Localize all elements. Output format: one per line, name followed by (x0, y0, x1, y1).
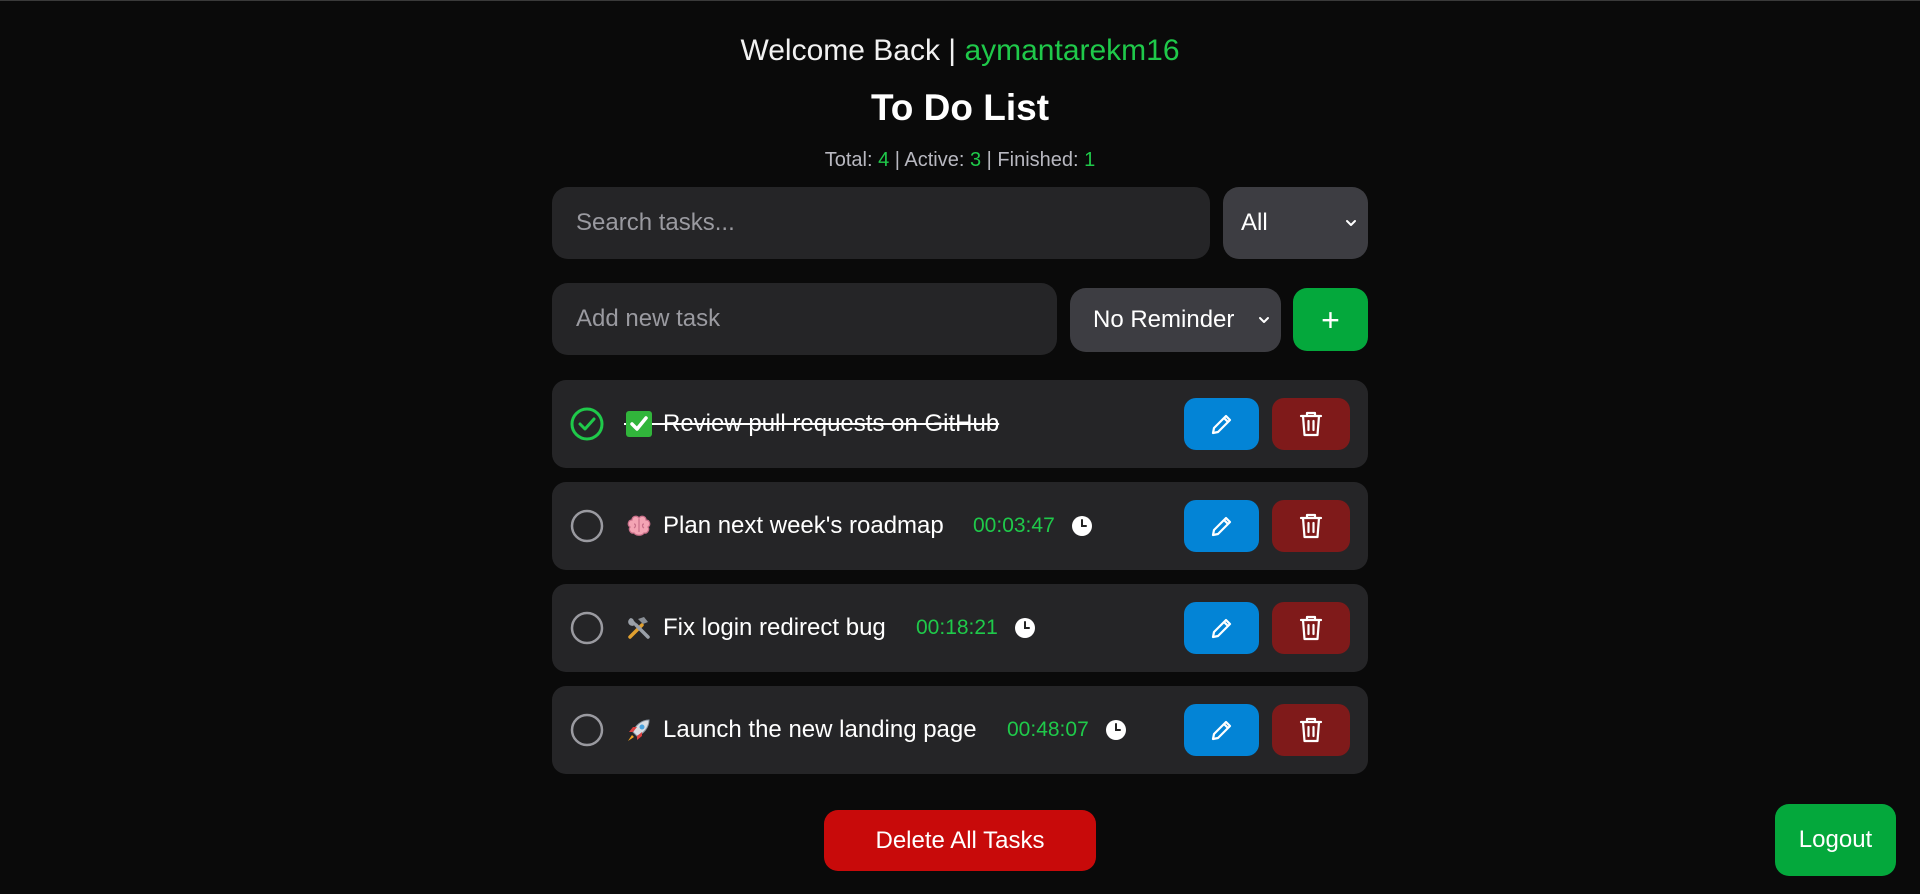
add-task-button[interactable]: + (1293, 288, 1368, 351)
rocket-emoji-icon (628, 719, 650, 741)
task-timer: 00:48:07 (1007, 718, 1089, 741)
username: aymantarekm16 (964, 34, 1180, 67)
task-timer: 00:03:47 (973, 514, 1055, 537)
delete-all-label: Delete All Tasks (875, 826, 1045, 854)
welcome-text: Welcome Back | (740, 34, 965, 67)
logout-label: Logout (1798, 826, 1873, 853)
task-text: Fix login redirect bug (663, 614, 886, 641)
search-input[interactable] (552, 187, 1210, 259)
delete-all-tasks-button[interactable]: Delete All Tasks (824, 810, 1096, 871)
empty-circle-icon[interactable] (570, 509, 604, 543)
active-count: 3 (969, 149, 982, 171)
task-text: Launch the new landing page (663, 716, 977, 743)
check-circle-icon[interactable] (570, 407, 604, 441)
pencil-icon (1211, 516, 1231, 537)
pencil-icon (1211, 720, 1231, 741)
trash-icon (1299, 717, 1323, 743)
total-count: 4 (878, 149, 890, 171)
delete-task-button[interactable] (1272, 500, 1350, 552)
clock-icon[interactable] (1071, 515, 1093, 537)
top-border (0, 0, 1920, 1)
finished-count: 1 (1084, 149, 1096, 171)
delete-task-button[interactable] (1272, 398, 1350, 450)
clock-icon[interactable] (1014, 617, 1036, 639)
task-item: Plan next week's roadmap 00:03:47 (552, 482, 1368, 570)
finished-label: | Finished: (981, 149, 1085, 171)
edit-task-button[interactable] (1184, 398, 1259, 450)
task-item: Launch the new landing page 00:48:07 (552, 686, 1368, 774)
task-stats: Total: 4 | Active: 3 | Finished: 1 (0, 148, 1920, 172)
reminder-select[interactable]: No Reminder (1070, 288, 1281, 352)
page-title: To Do List (870, 87, 1050, 128)
add-button-label: + (1321, 301, 1340, 338)
edit-task-button[interactable] (1184, 500, 1259, 552)
empty-circle-icon[interactable] (570, 611, 604, 645)
white-check-mark-emoji-icon (626, 411, 652, 437)
total-label: Total: (824, 149, 879, 171)
chevron-down-icon (1346, 220, 1356, 226)
trash-icon (1299, 513, 1323, 539)
reminder-selected-value: No Reminder (1093, 306, 1235, 333)
filter-select[interactable]: All (1223, 187, 1368, 259)
brain-emoji-icon (627, 515, 651, 536)
new-task-input[interactable] (552, 283, 1057, 355)
edit-task-button[interactable] (1184, 602, 1259, 654)
delete-task-button[interactable] (1272, 704, 1350, 756)
task-item: Review pull requests on GitHub (552, 380, 1368, 468)
welcome-header: Welcome Back | aymantarekm16 (0, 32, 1920, 70)
empty-circle-icon[interactable] (570, 713, 604, 747)
delete-task-button[interactable] (1272, 602, 1350, 654)
active-label: | Active: (889, 149, 970, 171)
filter-selected-value: All (1241, 209, 1268, 236)
task-item: Fix login redirect bug 00:18:21 (552, 584, 1368, 672)
edit-task-button[interactable] (1184, 704, 1259, 756)
clock-icon[interactable] (1105, 719, 1127, 741)
hammer-and-wrench-emoji-icon (628, 617, 650, 639)
logout-button[interactable]: Logout (1775, 804, 1896, 876)
task-text: Review pull requests on GitHub (663, 410, 1000, 437)
pencil-icon (1211, 618, 1231, 639)
chevron-down-icon (1259, 317, 1269, 323)
pencil-icon (1211, 414, 1231, 435)
trash-icon (1299, 615, 1323, 641)
task-timer: 00:18:21 (916, 616, 998, 639)
task-text: Plan next week's roadmap (663, 512, 944, 539)
trash-icon (1299, 411, 1323, 437)
